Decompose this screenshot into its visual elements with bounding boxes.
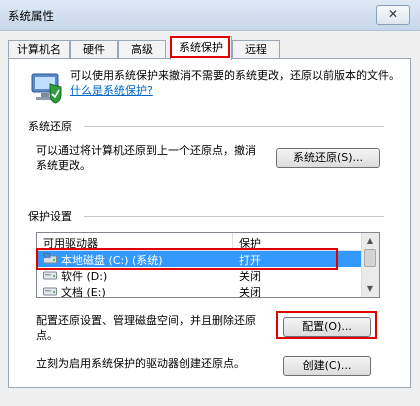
drive-row-d[interactable]: 软件 (D:) 关闭 [37,267,363,283]
drive-name: 本地磁盘 (C:) (系统) [61,254,163,267]
drive-name: 软件 (D:) [61,270,108,283]
drive-protection-state: 关闭 [239,270,261,283]
drive-protection-state: 关闭 [239,286,261,298]
close-icon: ✕ [387,7,399,21]
close-button[interactable]: ✕ [376,5,410,25]
protection-divider [84,216,384,217]
configure-button[interactable]: 配置(O)... [283,317,371,337]
tab-advanced[interactable]: 高级 [118,40,166,59]
drive-protection-state: 打开 [239,254,261,267]
create-description: 立刻为启用系统保护的驱动器创建还原点。 [36,357,245,370]
system-restore-title: 系统还原 [28,120,72,133]
scroll-down-icon[interactable]: ▼ [362,281,378,297]
drives-listbox[interactable]: 可用驱动器 保护 本地磁盘 (C:) (系统) 打开 软件 (D:) 关闭 文档… [36,232,380,298]
tab-remote[interactable]: 远程 [232,40,280,59]
create-button[interactable]: 创建(C)... [283,356,371,376]
drives-scrollbar[interactable]: ▲ ▼ [361,233,379,297]
column-available-drives[interactable]: 可用驱动器 [43,235,98,251]
drive-icon [43,271,57,280]
scroll-up-icon[interactable]: ▲ [362,233,378,249]
title-bar: 系统属性 ✕ [0,0,420,31]
drive-name: 文档 (E:) [61,286,106,298]
intro-description: 可以使用系统保护来撤消不需要的系统更改，还原以前版本的文件。 [70,69,400,82]
drive-row-c[interactable]: 本地磁盘 (C:) (系统) 打开 [37,251,363,267]
window-title: 系统属性 [8,9,54,23]
drive-row-e[interactable]: 文档 (E:) 关闭 [37,283,363,298]
intro-text: 可以使用系统保护来撤消不需要的系统更改，还原以前版本的文件。 什么是系统保护? [70,68,400,98]
system-restore-button[interactable]: 系统还原(S)... [276,148,380,168]
drives-list-header: 可用驱动器 保护 [37,233,363,251]
restore-divider [84,126,384,127]
drive-icon [43,287,57,296]
scroll-thumb[interactable] [364,249,376,267]
tab-computer-name[interactable]: 计算机名 [8,40,70,59]
system-properties-window: 系统属性 ✕ 计算机名 硬件 高级 系统保护 远程 可以使用系统保护来撤消不需要… [0,0,420,406]
protection-settings-title: 保护设置 [28,210,72,223]
what-is-system-protection-link[interactable]: 什么是系统保护? [70,84,153,97]
tab-system-protection[interactable]: 系统保护 [170,36,232,60]
tab-hardware[interactable]: 硬件 [70,40,118,59]
column-separator [232,233,233,250]
column-protection[interactable]: 保护 [239,235,261,251]
configure-description: 配置还原设置、管理磁盘空间，并且删除还原点。 [36,314,256,342]
system-restore-description: 可以通过将计算机还原到上一个还原点，撤消系统更改。 [36,144,256,172]
computer-shield-icon [31,73,62,104]
system-drive-icon [43,253,57,264]
